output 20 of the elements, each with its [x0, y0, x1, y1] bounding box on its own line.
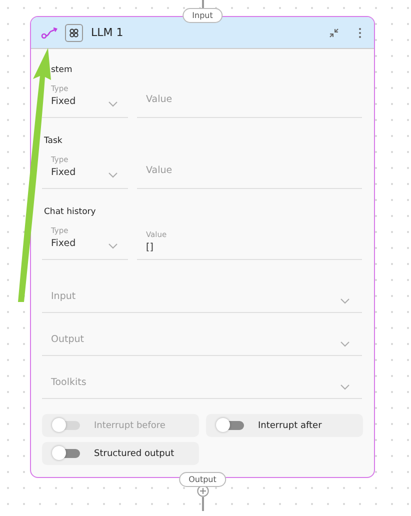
more-icon[interactable]: [358, 26, 362, 38]
toggle-option[interactable]: Interrupt after: [206, 414, 363, 437]
chevron-icon: [108, 172, 118, 178]
chevron-icon: [340, 298, 350, 304]
section-label: Task: [44, 136, 62, 146]
input-handle[interactable]: Input: [182, 8, 223, 23]
toggle-switch[interactable]: [218, 421, 244, 430]
toggle-option[interactable]: Structured output: [42, 442, 199, 465]
chevron-icon: [340, 341, 350, 347]
toggle-switch[interactable]: [54, 449, 80, 458]
section-label: stem: [51, 65, 72, 75]
collapse-icon[interactable]: [328, 26, 340, 38]
node-title: LLM 1: [91, 26, 124, 39]
section-label: Chat history: [44, 207, 96, 217]
chevron-icon: [108, 243, 118, 249]
chevron-icon: [108, 101, 118, 107]
flow-icon: [41, 26, 59, 40]
model-icon: [65, 24, 83, 42]
chevron-icon: [340, 384, 350, 390]
output-handle[interactable]: Output: [178, 472, 226, 487]
